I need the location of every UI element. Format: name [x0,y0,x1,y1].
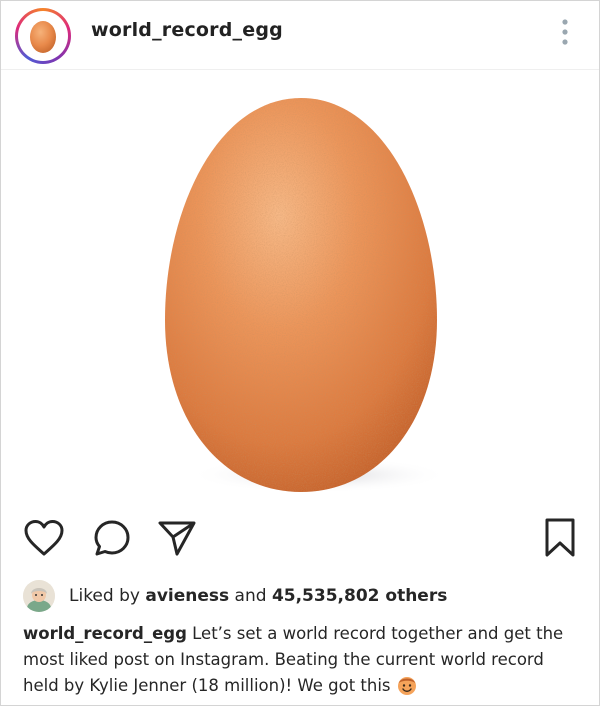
likes-joiner: and [234,586,267,606]
likes-row: Liked by avieness and 45,535,802 others [23,579,447,613]
comment-icon[interactable] [93,519,131,561]
profile-avatar[interactable] [15,8,71,64]
post-username[interactable]: world_record_egg [91,19,283,41]
post-caption: world_record_egg Let’s set a world recor… [23,621,583,699]
caption-username[interactable]: world_record_egg [23,624,187,643]
heart-icon[interactable] [23,519,65,561]
egg-avatar-icon [30,21,56,53]
egg-image [165,98,449,493]
likes-text: Liked by avieness and 45,535,802 others [69,586,447,606]
post-header: world_record_egg [1,1,599,70]
post-actions [1,509,599,569]
bookmark-icon[interactable] [543,517,577,563]
paper-plane-icon[interactable] [157,519,197,561]
liker-avatar[interactable] [23,580,55,612]
more-options-icon[interactable] [555,17,575,47]
likes-count[interactable]: 45,535,802 others [272,586,447,606]
smiling-face-emoji-icon [396,674,418,696]
post-image[interactable] [1,70,599,502]
likes-prefix: Liked by [69,586,140,606]
liker-username[interactable]: avieness [145,586,229,606]
